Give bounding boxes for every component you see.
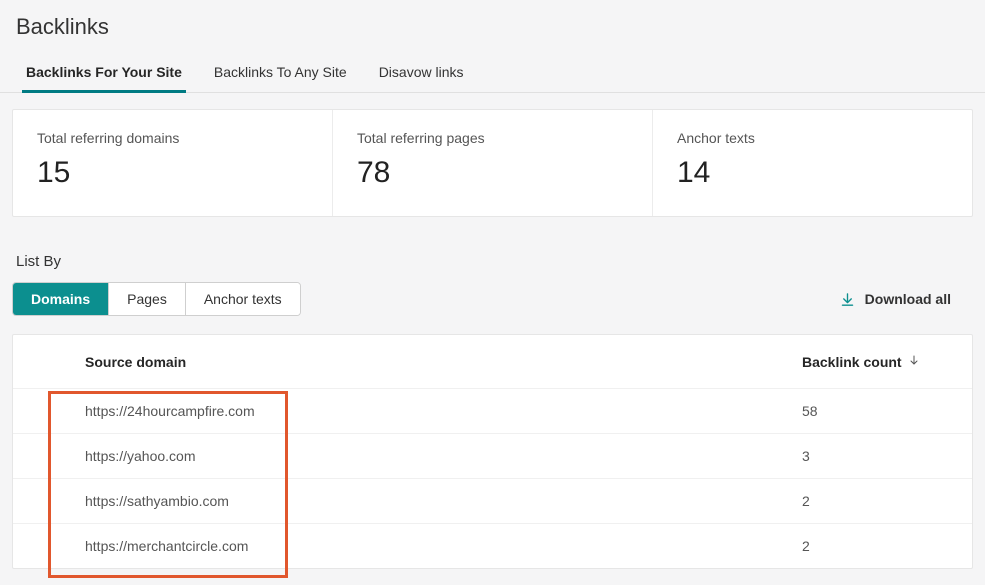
segment-anchor-texts[interactable]: Anchor texts xyxy=(186,283,300,315)
download-label: Download all xyxy=(865,291,951,307)
stat-referring-pages: Total referring pages 78 xyxy=(333,110,653,216)
table-row[interactable]: https://yahoo.com 3 xyxy=(13,433,972,478)
col-header-backlink-count-label: Backlink count xyxy=(802,354,902,370)
stats-panel: Total referring domains 15 Total referri… xyxy=(12,109,973,217)
cell-domain: https://yahoo.com xyxy=(85,448,802,464)
segment-domains[interactable]: Domains xyxy=(13,283,109,315)
table-header-row: Source domain Backlink count xyxy=(13,335,972,388)
cell-count: 2 xyxy=(802,493,942,509)
page-title: Backlinks xyxy=(0,0,985,40)
col-header-source-domain[interactable]: Source domain xyxy=(85,354,802,370)
col-header-backlink-count[interactable]: Backlink count xyxy=(802,353,942,370)
cell-count: 58 xyxy=(802,403,942,419)
table-row[interactable]: https://sathyambio.com 2 xyxy=(13,478,972,523)
tabs: Backlinks For Your Site Backlinks To Any… xyxy=(0,40,985,93)
stat-value: 15 xyxy=(37,156,308,190)
stat-label: Anchor texts xyxy=(677,130,948,146)
cell-domain: https://sathyambio.com xyxy=(85,493,802,509)
download-all-button[interactable]: Download all xyxy=(840,291,969,307)
cell-domain: https://merchantcircle.com xyxy=(85,538,802,554)
stat-value: 14 xyxy=(677,156,948,190)
tab-backlinks-for-your-site[interactable]: Backlinks For Your Site xyxy=(26,64,182,92)
domains-table: Source domain Backlink count https://24h… xyxy=(12,334,973,569)
table-row[interactable]: https://24hourcampfire.com 58 xyxy=(13,388,972,433)
stat-label: Total referring domains xyxy=(37,130,308,146)
arrow-down-icon xyxy=(908,353,920,370)
download-icon xyxy=(840,292,855,307)
stat-label: Total referring pages xyxy=(357,130,628,146)
stat-anchor-texts: Anchor texts 14 xyxy=(653,110,972,216)
tab-disavow-links[interactable]: Disavow links xyxy=(379,64,464,92)
cell-count: 3 xyxy=(802,448,942,464)
cell-count: 2 xyxy=(802,538,942,554)
listby-segmented-control: Domains Pages Anchor texts xyxy=(12,282,301,316)
stat-value: 78 xyxy=(357,156,628,190)
table-row[interactable]: https://merchantcircle.com 2 xyxy=(13,523,972,568)
tab-backlinks-to-any-site[interactable]: Backlinks To Any Site xyxy=(214,64,347,92)
stat-referring-domains: Total referring domains 15 xyxy=(13,110,333,216)
segment-pages[interactable]: Pages xyxy=(109,283,186,315)
listby-label: List By xyxy=(16,253,985,270)
cell-domain: https://24hourcampfire.com xyxy=(85,403,802,419)
